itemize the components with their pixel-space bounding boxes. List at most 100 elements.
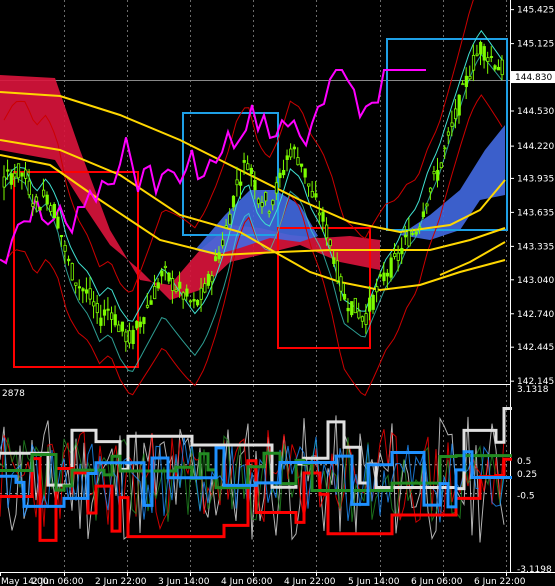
candle-body [389,257,393,278]
candle-body [482,46,486,61]
candle-body [163,265,168,268]
candle-body [138,321,142,328]
candle-body [92,301,96,307]
candle-body [493,65,497,70]
candle-body [382,272,386,282]
candle-body [228,213,232,225]
candle-body [450,122,454,127]
candle-body [113,314,117,326]
price-tick-label: 143.040 [517,276,554,286]
candle-body [77,286,82,289]
candle-body [479,41,483,55]
candle-body [342,293,347,300]
candle-body [199,287,203,300]
candle-body [74,282,78,286]
candle-body [436,169,440,181]
candle-body [196,299,200,306]
current-price-text: 144.830 [515,73,552,83]
candle-body [95,303,99,314]
candle-body [486,57,490,62]
candle-body [292,146,297,150]
candle-body [88,288,92,300]
price-tick-label: 143.635 [517,208,554,218]
candle-body [260,202,264,208]
time-tick-label: 4 Jun 06:00 [221,577,273,586]
price-tick-label: 143.335 [517,242,554,252]
candle-body [213,256,218,262]
candle-body [56,216,60,229]
candle-body [249,167,254,175]
candle-body [357,310,361,319]
candle-body [24,169,28,179]
candle-body [156,282,160,289]
chart-window[interactable]: 145.425 145.125 144.530 144.220 143.935 143.6… [0,0,555,586]
current-price-label: 144.830 [511,71,555,84]
candle-body [63,244,67,252]
candle-body [239,181,243,186]
candle-body [457,94,461,116]
candle-body [400,247,404,255]
candle-body [27,180,31,196]
candle-body [350,301,354,316]
oscillator-tick-label: 0.5 [517,457,531,467]
candle-body [153,286,157,300]
candle-body [364,313,368,325]
time-tick-label: 2 Jun 22:00 [95,577,147,586]
candle-body [285,155,289,160]
candle-body [489,56,494,58]
candle-body [411,233,415,235]
candle-body [6,169,10,172]
candle-body [256,198,261,205]
candle-body [446,131,451,136]
price-axis-ticks: 145.425 145.125 144.530 144.220 143.935 143.6… [510,6,554,387]
candle-body [42,189,46,197]
candle-body [217,252,221,260]
candle-body [31,203,35,207]
candle-body [289,148,293,158]
candle-body [418,226,422,229]
candle-body [20,172,24,177]
candle-body [307,183,311,187]
candle-body [443,147,447,150]
candle-body [52,203,56,219]
candle-body [332,257,336,264]
candle-body [439,162,443,169]
price-tick-label: 142.445 [517,343,554,353]
candle-body [471,54,476,71]
candle-body [375,286,379,293]
bear-cloud-area [0,75,380,300]
oscillator-pane[interactable]: 3.1318 0.5 0.25 -0.5 -3.1198 2878 [0,385,552,575]
candle-body [206,273,211,286]
candle-body [149,300,153,305]
candle-body [310,190,314,198]
candle-body [414,231,418,235]
candle-body [267,211,271,214]
candle-body [346,307,350,312]
candle-body [278,172,282,179]
chart-canvas[interactable]: 145.425 145.125 144.530 144.220 143.935 143.6… [0,0,555,586]
price-tick-label: 145.425 [517,6,554,16]
candle-body [378,274,382,277]
price-tick-label: 143.935 [517,174,554,184]
price-tick-label: 144.530 [517,107,554,117]
candle-body [299,163,304,167]
time-tick-label: 3 Jun 14:00 [158,577,210,586]
price-tick-label: 142.740 [517,310,554,320]
candle-body [274,182,279,194]
candle-body [9,173,13,185]
price-tick-label: 144.220 [517,142,554,152]
candle-body [160,270,164,277]
candle-body [407,230,411,247]
candle-body [185,288,189,297]
time-tick-label: 2 Jun 06:00 [32,577,84,586]
candle-body [224,225,228,228]
candle-body [110,312,114,320]
candle-body [38,207,42,211]
candle-body [192,299,196,302]
candle-body [102,309,107,316]
candle-body [135,320,139,329]
candle-body [120,321,125,332]
candle-body [67,258,71,262]
candle-body [325,224,329,239]
candle-body [2,176,6,188]
